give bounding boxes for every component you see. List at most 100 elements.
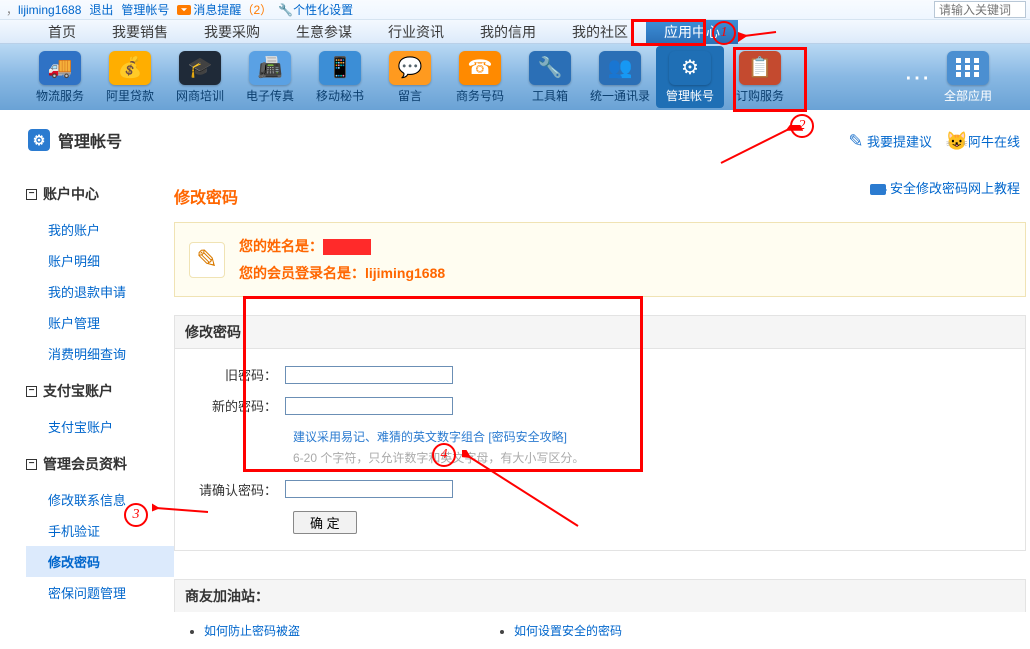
sidebar-item[interactable]: 消费明细查询: [26, 338, 174, 369]
wrench-icon: 🔧: [278, 3, 293, 17]
sidebar-link[interactable]: 修改联系信息: [48, 493, 126, 508]
app-tile-9[interactable]: ⚙ 管理帐号: [656, 46, 724, 108]
nav-tab-6[interactable]: 我的社区: [554, 20, 646, 44]
bullet-item: 如何设置安全的密码: [514, 622, 622, 639]
bullet-link[interactable]: 如何设置安全的密码: [514, 624, 622, 638]
app-tile-0[interactable]: 🚚物流服务: [26, 46, 94, 108]
sidebar-link[interactable]: 修改密码: [48, 555, 100, 570]
sidebar-link[interactable]: 我的账户: [48, 223, 100, 238]
hint-grey: 6-20 个字符，只允许数字和英文字母，有大小写区分。: [293, 448, 1005, 468]
sidebar-item[interactable]: 修改密码: [26, 546, 174, 577]
suggest-icon: ✎: [845, 130, 867, 152]
confirm-password-input[interactable]: [285, 480, 453, 498]
confirm-button[interactable]: 确 定: [293, 511, 357, 534]
nav-tab-3[interactable]: 生意参谋: [278, 20, 370, 44]
sidebar-link[interactable]: 消费明细查询: [48, 347, 126, 362]
app-icon: 🎓: [179, 51, 221, 85]
username-link[interactable]: lijiming1688: [18, 3, 81, 17]
sidebar-link[interactable]: 支付宝账户: [48, 420, 113, 435]
app-tile-8[interactable]: 👥统一通讯录: [586, 46, 654, 108]
old-password-input[interactable]: [285, 366, 453, 384]
tutorial-link[interactable]: 安全修改密码网上教程: [870, 178, 1020, 197]
sidebar-item[interactable]: 我的退款申请: [26, 276, 174, 307]
msg-link[interactable]: 消息提醒: [193, 1, 241, 18]
app-label: 留言: [398, 87, 422, 104]
search-input[interactable]: [934, 1, 1026, 18]
app-label: 商务号码: [456, 87, 504, 104]
greeting-comma: ，: [6, 1, 18, 18]
app-label: 移动秘书: [316, 87, 364, 104]
logout-link[interactable]: 退出: [89, 1, 113, 18]
panel-body-password: 旧密码： 新的密码： 建议采用易记、难猜的英文数字组合 [密码安全攻略] 6-2…: [174, 348, 1026, 551]
nav-tab-1[interactable]: 我要销售: [94, 20, 186, 44]
app-icon: 📠: [249, 51, 291, 85]
sidebar-group-title: −支付宝账户: [26, 381, 174, 401]
app-tile-1[interactable]: 💰阿里贷款: [96, 46, 164, 108]
sidebar-item[interactable]: 手机验证: [26, 515, 174, 546]
collapse-icon[interactable]: −: [26, 386, 37, 397]
panel-head-station: 商友加油站：: [174, 579, 1026, 612]
personalize-link[interactable]: 个性化设置: [293, 1, 353, 18]
app-label: 阿里贷款: [106, 87, 154, 104]
sidebar-link[interactable]: 账户管理: [48, 316, 100, 331]
msg-count: （2）: [241, 1, 272, 18]
nav-tab-5[interactable]: 我的信用: [462, 20, 554, 44]
aniu-icon: 😺: [946, 130, 968, 152]
panel-head-password: 修改密码：: [174, 315, 1026, 348]
collapse-icon[interactable]: −: [26, 459, 37, 470]
new-pw-label: 新的密码：: [195, 396, 285, 415]
app-label: 管理帐号: [666, 87, 714, 104]
suggest-link[interactable]: 我要提建议: [867, 135, 932, 150]
app-tile-3[interactable]: 📠电子传真: [236, 46, 304, 108]
sidebar-link[interactable]: 我的退款申请: [48, 285, 126, 300]
nav-tab-0[interactable]: 首页: [30, 20, 94, 44]
camera-icon: [870, 184, 886, 195]
sidebar: −账户中心我的账户账户明细我的退款申请账户管理消费明细查询−支付宝账户支付宝账户…: [26, 184, 174, 649]
main-nav: 首页我要销售我要采购生意参谋行业资讯我的信用我的社区应用中心: [0, 20, 1030, 44]
main-content: 修改密码 ✎ 您的姓名是： 您的会员登录名是：lijiming1688 修改密码…: [174, 184, 1026, 649]
grid-icon-all-apps[interactable]: 全部应用: [934, 46, 1002, 108]
app-label: 订购服务: [736, 87, 784, 104]
app-label: 全部应用: [944, 87, 992, 104]
app-icon: 🔧: [529, 51, 571, 85]
app-icon: 👥: [599, 51, 641, 85]
app-tile-2[interactable]: 🎓 网商培训: [166, 46, 234, 108]
app-icon: 📱: [319, 51, 361, 85]
sidebar-item[interactable]: 账户管理: [26, 307, 174, 338]
dots-icon[interactable]: ⋯: [902, 46, 932, 108]
app-tile-6[interactable]: ☎商务号码: [446, 46, 514, 108]
login-label: 您的会员登录名是：: [239, 265, 365, 281]
app-icon: 🚚: [39, 51, 81, 85]
sidebar-item[interactable]: 修改联系信息: [26, 484, 174, 515]
nav-tab-4[interactable]: 行业资讯: [370, 20, 462, 44]
info-box: ✎ 您的姓名是： 您的会员登录名是：lijiming1688: [174, 222, 1026, 297]
aniu-link[interactable]: 阿牛在线: [968, 135, 1020, 150]
name-value-redacted: [323, 239, 371, 255]
app-tiles: 🚚物流服务💰阿里贷款 🎓 网商培训 📠电子传真 📱 移动秘书 💬留言☎商务号码 🔧 工具箱 👥统一…: [0, 44, 1030, 110]
app-label: 网商培训: [176, 87, 224, 104]
nav-tab-2[interactable]: 我要采购: [186, 20, 278, 44]
sidebar-link[interactable]: 账户明细: [48, 254, 100, 269]
app-icon: ⚙: [669, 51, 711, 85]
sidebar-link[interactable]: 手机验证: [48, 524, 100, 539]
sidebar-item[interactable]: 支付宝账户: [26, 411, 174, 442]
collapse-icon[interactable]: −: [26, 189, 37, 200]
bullet-item: 如何防止密码被盗: [204, 622, 300, 639]
sidebar-group-title: −管理会员资料: [26, 454, 174, 474]
app-tile-4[interactable]: 📱 移动秘书: [306, 46, 374, 108]
gear-icon: ⚙: [28, 129, 50, 151]
sidebar-item[interactable]: 账户明细: [26, 245, 174, 276]
bullet-link[interactable]: 如何防止密码被盗: [204, 624, 300, 638]
pencil-icon: ✎: [189, 242, 225, 278]
app-tile-10[interactable]: 📋订购服务: [726, 46, 794, 108]
sidebar-item[interactable]: 我的账户: [26, 214, 174, 245]
sidebar-link[interactable]: 密保问题管理: [48, 586, 126, 601]
app-tile-7[interactable]: 🔧 工具箱: [516, 46, 584, 108]
hint-blue: 建议采用易记、难猜的英文数字组合 [密码安全攻略]: [293, 427, 1005, 447]
nav-tab-7[interactable]: 应用中心: [646, 20, 738, 44]
new-password-input[interactable]: [285, 397, 453, 415]
acct-link[interactable]: 管理帐号: [121, 1, 169, 18]
sidebar-item[interactable]: 密保问题管理: [26, 577, 174, 608]
app-tile-5[interactable]: 💬留言: [376, 46, 444, 108]
app-label: 工具箱: [532, 87, 568, 104]
